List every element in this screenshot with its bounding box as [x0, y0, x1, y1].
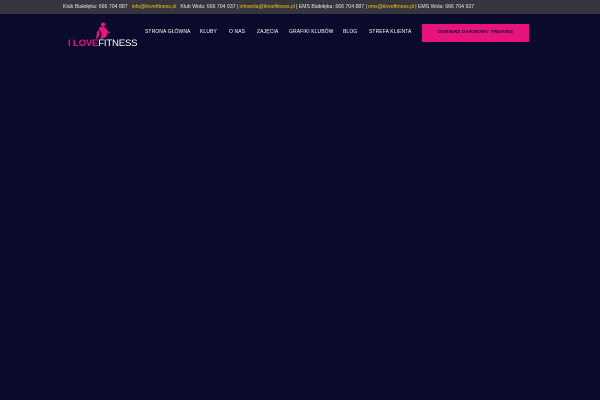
nav-item-zajecia[interactable]: ZAJĘCIA — [257, 29, 278, 35]
main-navigation: STRONA GŁÓWNA KLUBY O NAS ZAJĘCIA GRAFIK… — [0, 14, 600, 54]
top-contact-bar: Klub Białołęka: 666 704 887 info@ilovefit… — [0, 0, 600, 14]
ems-bialoleka-phone: | EMS Białołęka: 666 704 887 | — [295, 4, 367, 10]
nav-item-strefa-klienta[interactable]: STREFA KLIENTA — [369, 29, 411, 35]
nav-item-kluby[interactable]: KLUBY — [200, 29, 217, 35]
ems-email-link[interactable]: ems@ilovefitness.pl — [368, 4, 414, 10]
contact-info: Klub Białołęka: 666 704 887 info@ilovefit… — [63, 0, 474, 14]
site-header: I LOVEFITNESS STRONA GŁÓWNA KLUBY O NAS … — [0, 14, 600, 54]
ems-wola-phone: | EMS Wola: 666 704 937 — [415, 4, 475, 10]
nav-item-blog[interactable]: BLOG — [343, 29, 357, 35]
club-bialoleka-phone: Klub Białołęka: 666 704 887 — [63, 4, 128, 10]
club-wola-email-link[interactable]: infowola@ilovefitness.pl — [239, 4, 294, 10]
nav-item-strona-glowna[interactable]: STRONA GŁÓWNA — [145, 29, 190, 35]
nav-item-grafiki-klubow[interactable]: GRAFIKI KLUBÓW — [289, 29, 333, 35]
nav-item-o-nas[interactable]: O NAS — [229, 29, 245, 35]
free-training-button[interactable]: ODBIERZ DARMOWY TRENING — [422, 24, 529, 42]
club-wola-phone: Klub Wola: 666 704 937 | — [180, 4, 239, 10]
main-content-area — [0, 54, 600, 400]
club-bialoleka-email-link[interactable]: info@ilovefitness.pl — [132, 4, 177, 10]
